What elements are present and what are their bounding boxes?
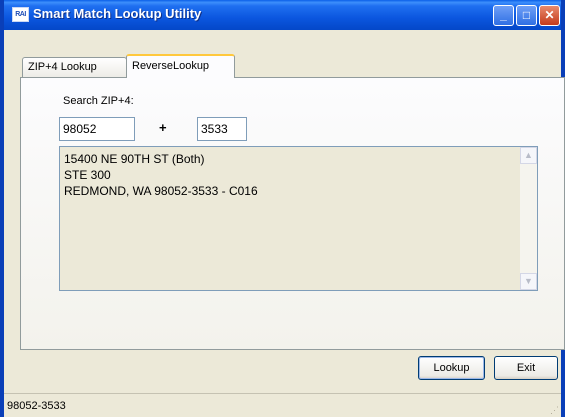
maximize-button[interactable]: □ [516,5,537,26]
close-icon: ✕ [544,8,555,22]
close-button[interactable]: ✕ [539,5,560,26]
result-textbox[interactable]: 15400 NE 90TH ST (Both) STE 300 REDMOND,… [59,146,538,291]
result-line-address: 15400 NE 90TH ST (Both) [64,152,205,166]
exit-button[interactable]: Exit [494,356,558,380]
vertical-scrollbar[interactable]: ▲ ▼ [520,147,537,290]
scroll-down-icon[interactable]: ▼ [520,273,537,290]
lookup-button[interactable]: Lookup [418,356,485,380]
maximize-icon: □ [522,8,531,22]
search-zip4-label: Search ZIP+4: [63,95,134,107]
scroll-up-icon[interactable]: ▲ [520,147,537,164]
result-line-city-state-zip: REDMOND, WA 98052-3533 - C016 [64,184,258,198]
result-line-suite: STE 300 [64,168,111,182]
resize-grip-icon[interactable]: ⋰ [549,405,559,415]
minimize-button[interactable]: _ [493,5,514,26]
app-icon: RAI [12,7,29,22]
tab-reverse-lookup[interactable]: ReverseLookup [126,54,235,78]
minimize-icon: _ [500,8,507,22]
zip-input[interactable]: 98052 [59,117,135,141]
plus4-input[interactable]: 3533 [197,117,247,141]
status-text: 98052-3533 [7,400,66,412]
title-bar[interactable]: RAI Smart Match Lookup Utility _ □ ✕ [4,0,561,30]
window-title: Smart Match Lookup Utility [33,6,202,21]
main-window: RAI Smart Match Lookup Utility _ □ ✕ ZIP… [0,0,565,417]
tab-zip4-lookup[interactable]: ZIP+4 Lookup [22,57,127,78]
plus-sign: + [159,120,167,135]
status-bar: 98052-3533 ⋰ [4,393,561,417]
